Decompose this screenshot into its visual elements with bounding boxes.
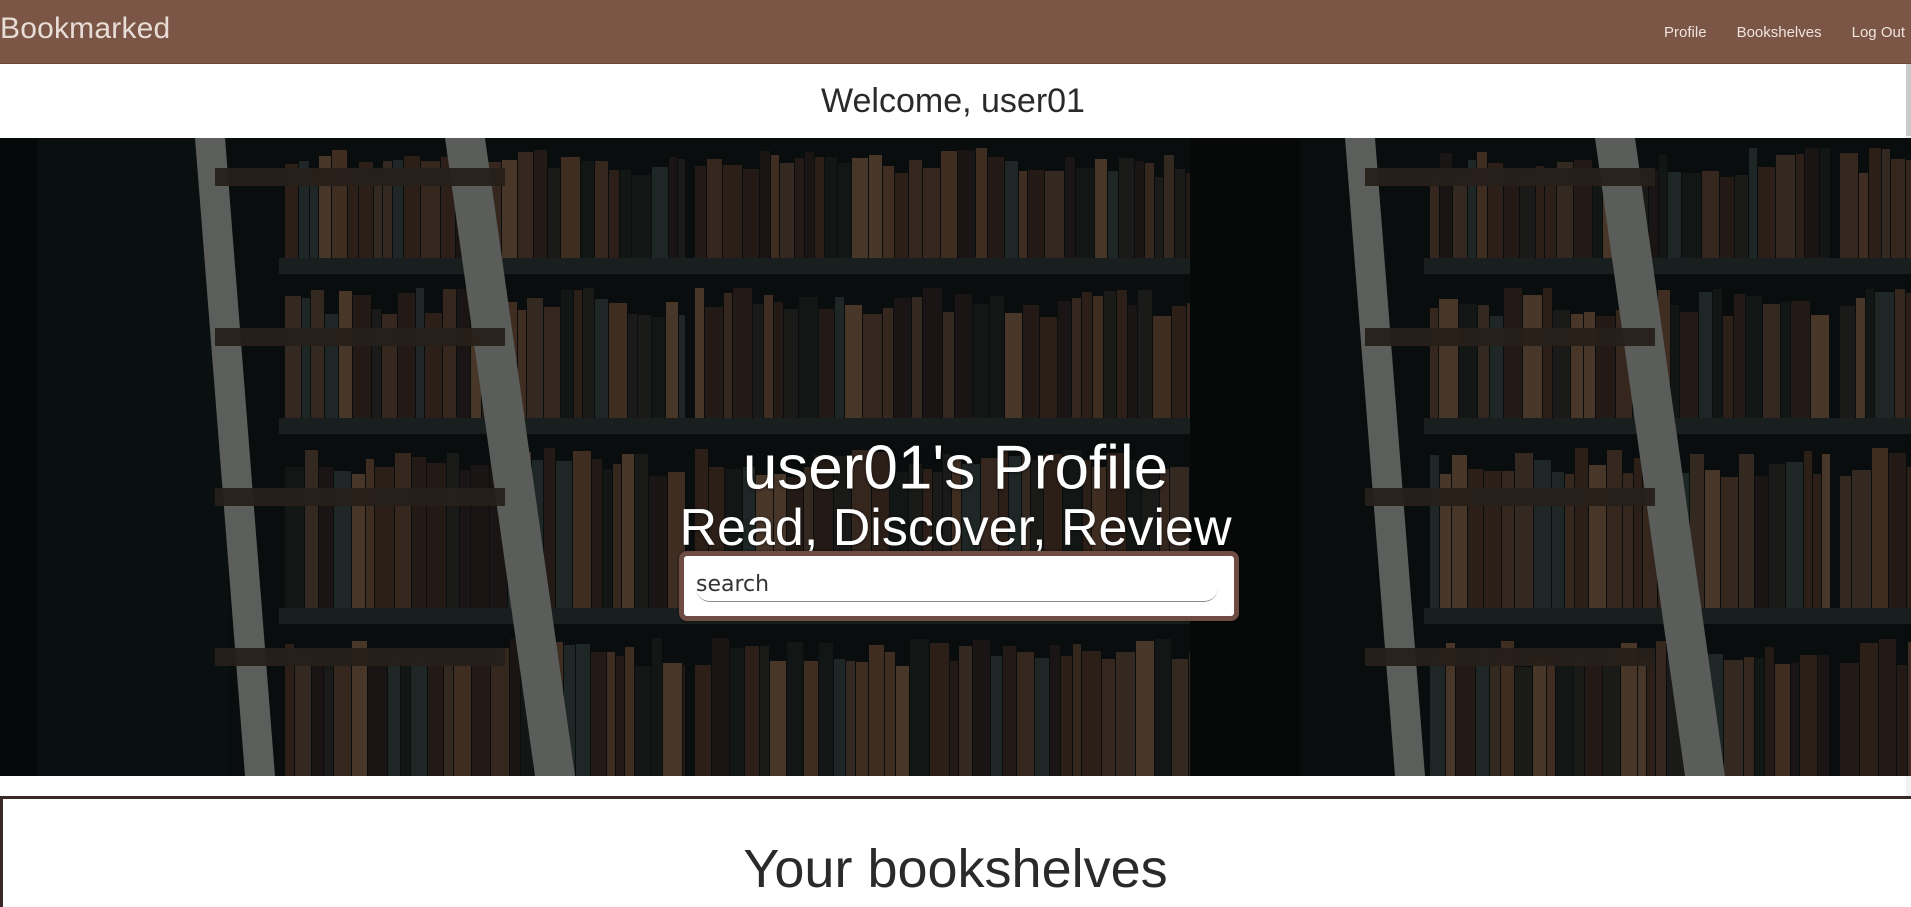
- hero-tagline: Read, Discover, Review: [679, 499, 1232, 557]
- hero-banner: user01's Profile Read, Discover, Review: [0, 138, 1911, 776]
- nav-link-bookshelves[interactable]: Bookshelves: [1737, 24, 1822, 41]
- nav-link-logout[interactable]: Log Out: [1852, 24, 1905, 41]
- profile-title: user01's Profile: [742, 433, 1169, 503]
- nav-link-profile[interactable]: Profile: [1664, 24, 1707, 41]
- bookshelves-heading: Your bookshelves: [743, 839, 1168, 899]
- nav-links: Profile Bookshelves Log Out: [1634, 0, 1911, 64]
- welcome-heading: Welcome, user01: [821, 81, 1085, 120]
- page-scrollbar-thumb[interactable]: [1906, 64, 1911, 136]
- top-navbar: Bookmarked Profile Bookshelves Log Out: [0, 0, 1911, 64]
- search-box: [679, 551, 1239, 621]
- search-input[interactable]: [696, 568, 1218, 602]
- brand-logo-link[interactable]: Bookmarked: [0, 12, 170, 46]
